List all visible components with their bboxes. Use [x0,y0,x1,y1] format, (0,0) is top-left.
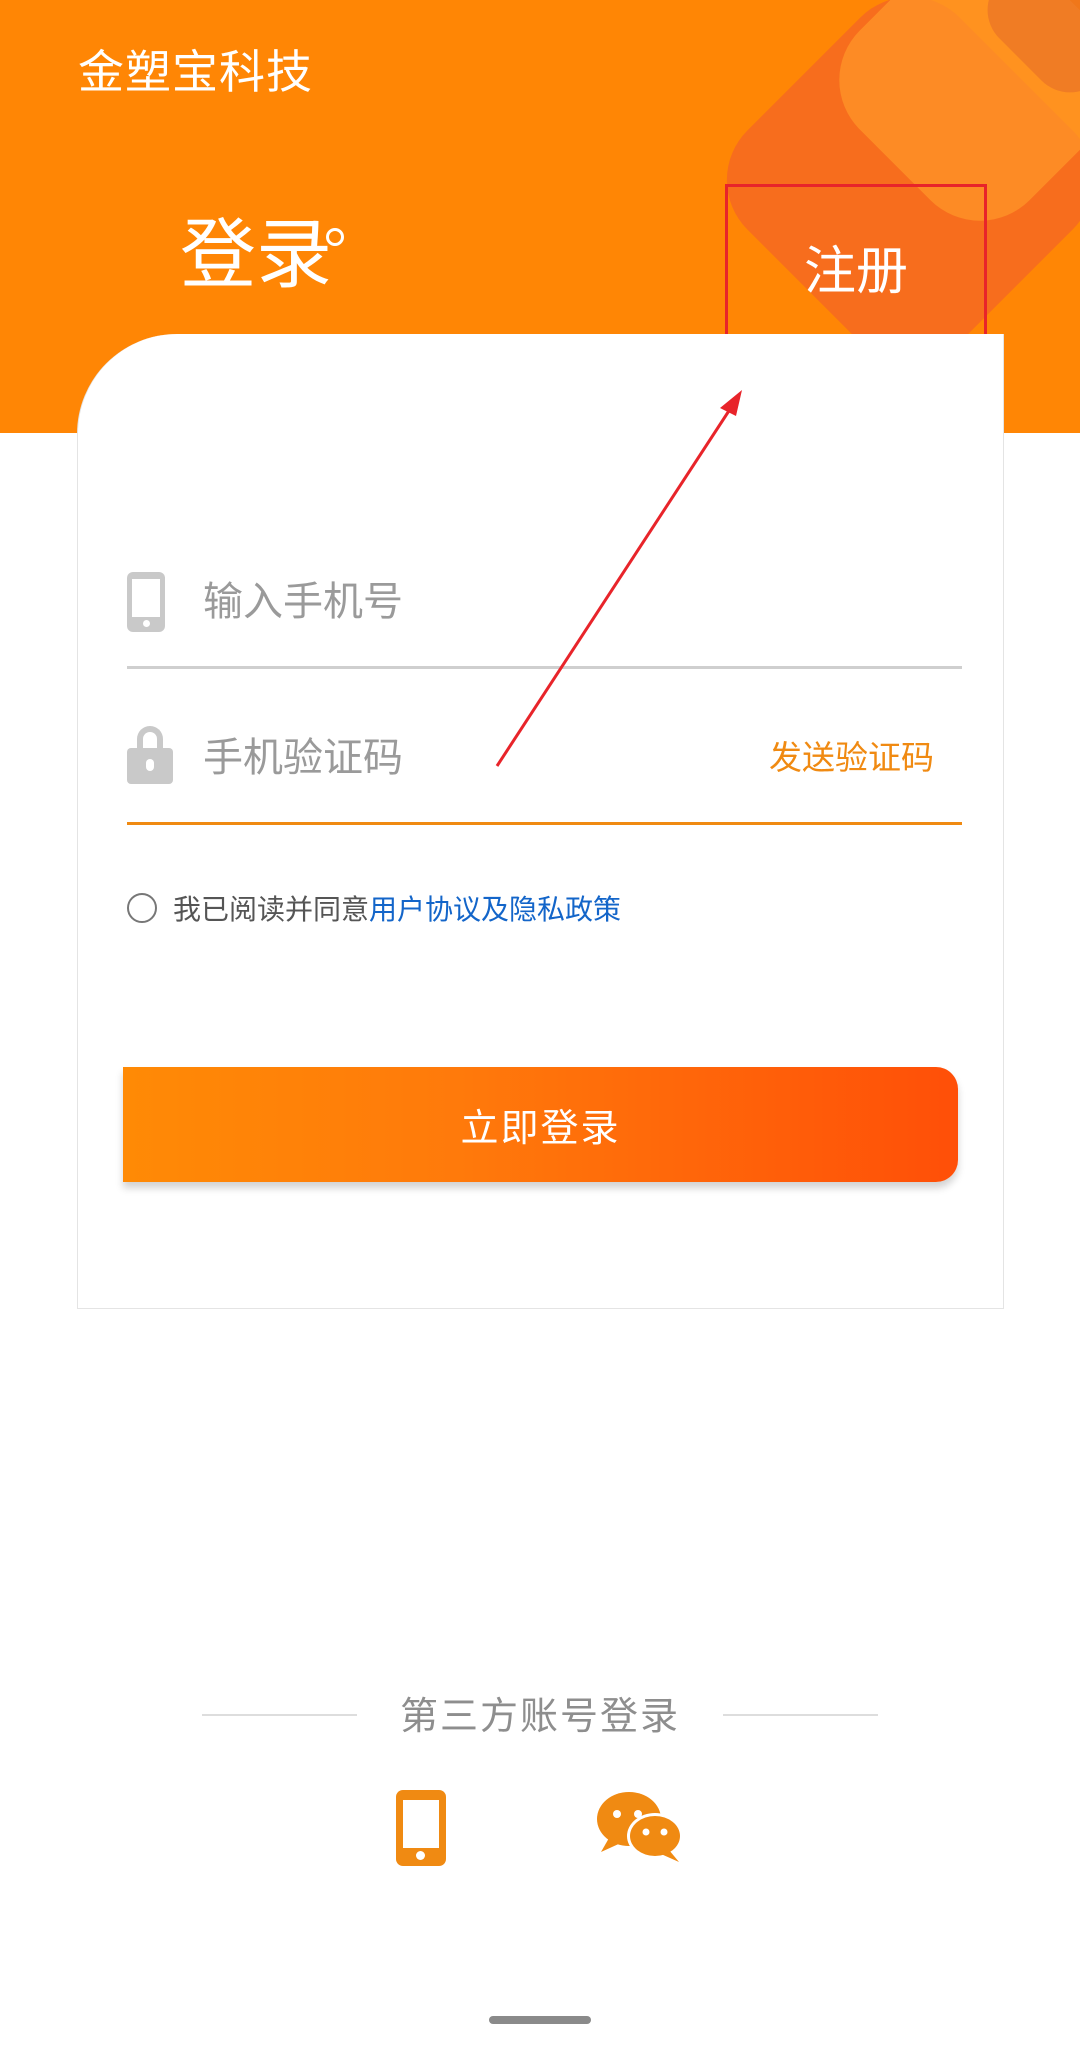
agree-text: 我已阅读并同意 [173,893,370,926]
tab-login[interactable]: 登录 [180,210,332,300]
agreement-row: 我已阅读并同意 用户协议及隐私政策 [127,888,621,928]
home-indicator[interactable] [489,2016,591,2024]
third-party-label: 第三方账号登录 [399,1694,680,1738]
login-button-label: 立即登录 [460,1106,621,1150]
agreement-link[interactable]: 用户协议及隐私政策 [369,888,621,928]
tab-register[interactable]: 注册 [725,184,987,348]
code-field: 发送验证码 [127,702,962,825]
lock-icon [127,726,173,784]
third-party-section: 第三方账号登录 [202,1688,878,1748]
verification-code-input[interactable] [203,730,763,786]
agree-radio[interactable] [127,893,157,923]
divider [723,1714,878,1716]
wechat-icon[interactable] [595,1790,685,1864]
login-button[interactable]: 立即登录 [123,1067,958,1182]
phone-input[interactable] [203,574,763,630]
send-code-button[interactable]: 发送验证码 [769,735,934,781]
active-tab-indicator [326,228,344,246]
tab-register-label: 注册 [803,241,908,302]
mobile-phone-icon[interactable] [396,1790,446,1866]
phone-field [127,546,962,669]
app-title: 金塑宝科技 [78,45,313,99]
phone-icon [127,572,165,632]
